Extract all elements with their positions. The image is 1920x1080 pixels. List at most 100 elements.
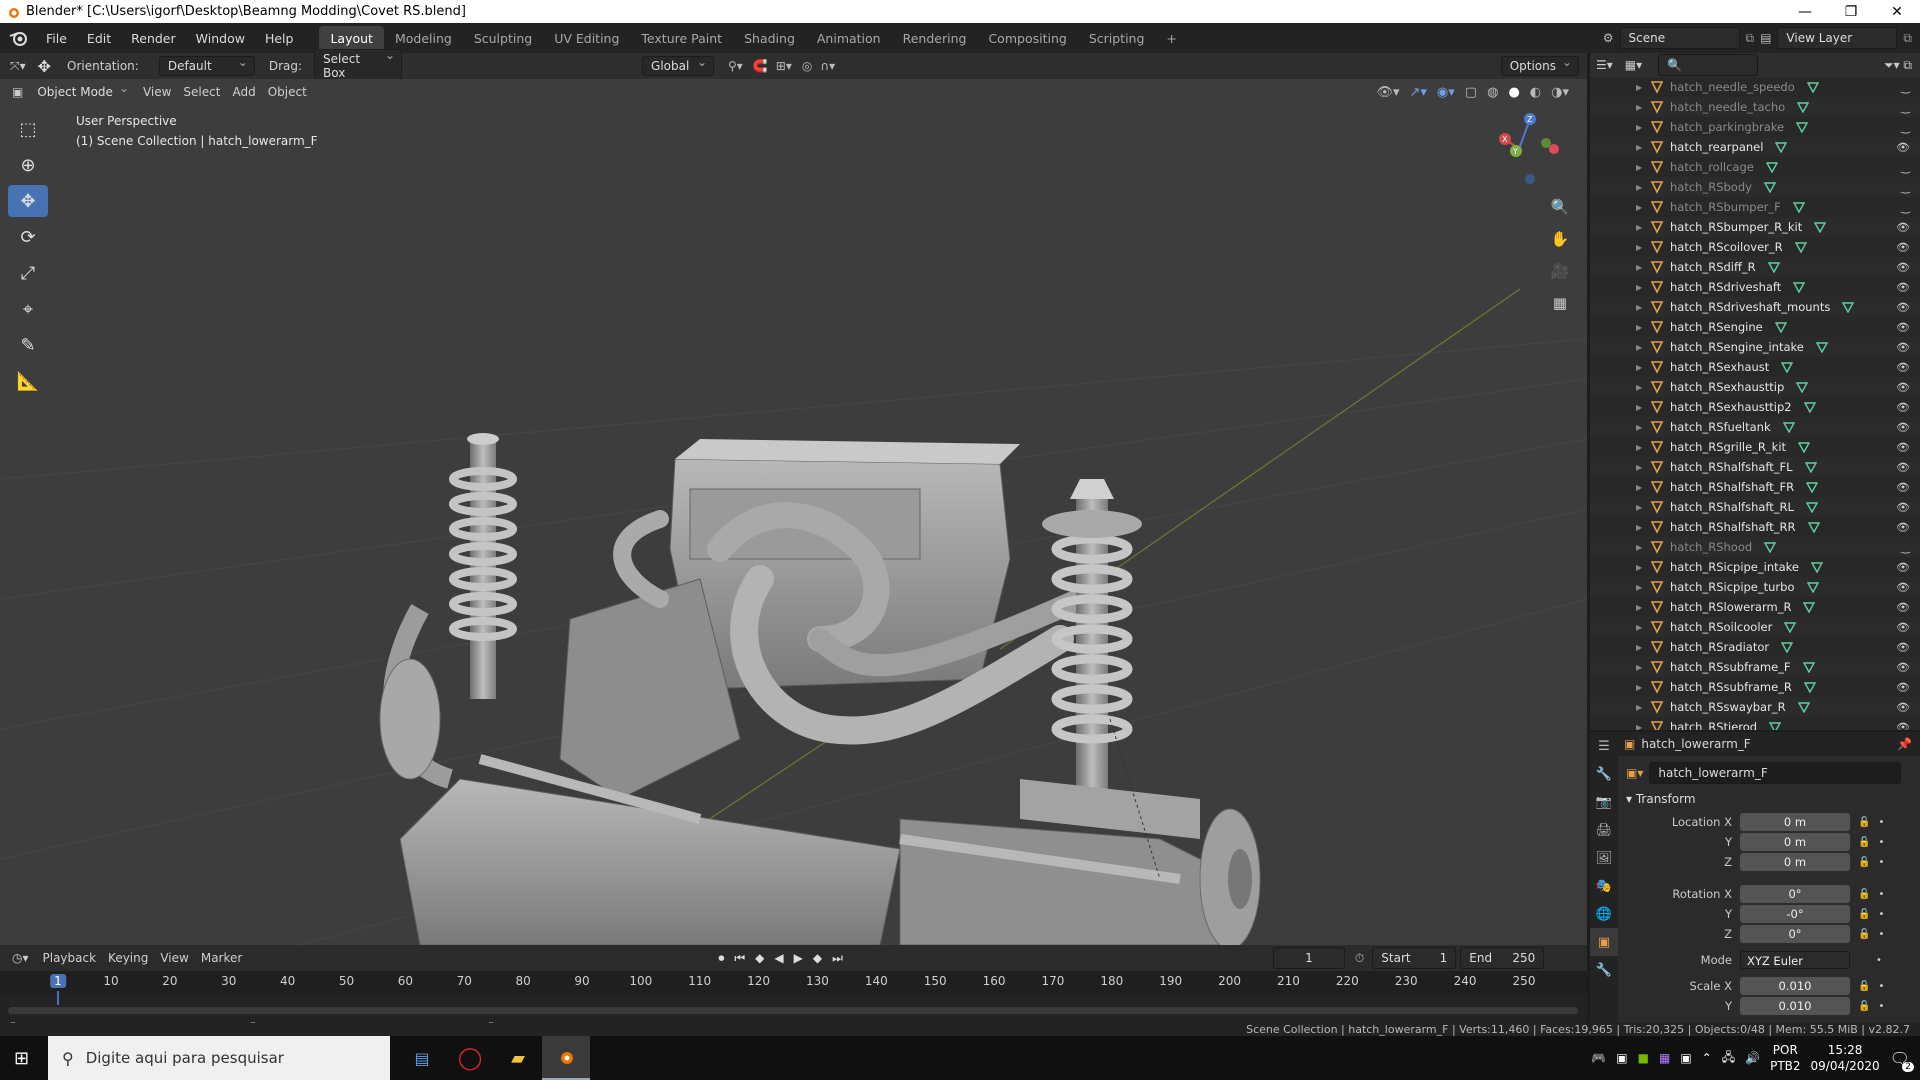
expand-arrow-icon[interactable]: ▶ xyxy=(1636,123,1646,132)
viewport-menu-select[interactable]: Select xyxy=(183,85,220,99)
mesh-data-icon[interactable] xyxy=(1806,81,1819,93)
new-scene-icon[interactable]: ⧉ xyxy=(1746,31,1755,46)
outliner-item[interactable]: ▶ hatch_needle_speedo ‿ xyxy=(1590,77,1920,97)
keyframe-dot-icon[interactable]: • xyxy=(1876,955,1882,966)
orientation-dropdown[interactable]: Default xyxy=(158,55,255,76)
scene-icon[interactable]: ⚙ xyxy=(1603,31,1614,45)
transform-panel-header[interactable]: ▾ Transform xyxy=(1626,792,1920,806)
discord-icon[interactable]: 🎮 xyxy=(1591,1051,1606,1065)
mesh-data-icon[interactable] xyxy=(1796,381,1809,393)
viewport-menu-object[interactable]: Object xyxy=(268,85,307,99)
visibility-eye-icon[interactable]: 👁 xyxy=(1896,581,1910,594)
proportional-edit-icon[interactable]: ◎ xyxy=(802,59,812,73)
expand-arrow-icon[interactable]: ▶ xyxy=(1636,223,1646,232)
outliner-item[interactable]: ▶ hatch_needle_tacho ‿ xyxy=(1590,97,1920,117)
mesh-data-icon[interactable] xyxy=(1796,121,1809,133)
outliner-item[interactable]: ▶ hatch_RSoilcooler 👁 xyxy=(1590,617,1920,637)
visibility-eye-icon[interactable]: 👁 xyxy=(1896,521,1910,534)
rotation-x-field[interactable]: 0° xyxy=(1740,885,1850,903)
scene-field[interactable]: Scene xyxy=(1619,27,1740,49)
expand-arrow-icon[interactable]: ▶ xyxy=(1636,463,1646,472)
jump-start-icon[interactable]: ⏮ xyxy=(734,951,745,966)
world-tab-icon[interactable]: 🌐 xyxy=(1590,900,1618,928)
falloff-icon[interactable]: ∩▾ xyxy=(820,59,835,73)
outliner-item[interactable]: ▶ hatch_rearpanel 👁 xyxy=(1590,137,1920,157)
visibility-eye-icon[interactable]: 👁 xyxy=(1896,681,1910,694)
tab-modeling[interactable]: Modeling xyxy=(384,26,463,51)
tab-scripting[interactable]: Scripting xyxy=(1078,26,1156,51)
pan-hand-icon[interactable]: ✋ xyxy=(1547,226,1573,252)
visibility-eye-icon[interactable]: ‿ xyxy=(1901,541,1910,554)
expand-arrow-icon[interactable]: ▶ xyxy=(1636,623,1646,632)
mesh-data-icon[interactable] xyxy=(1767,261,1780,273)
prev-keyframe-icon[interactable]: ◆ xyxy=(755,951,764,966)
mesh-data-icon[interactable] xyxy=(1763,181,1776,193)
menu-window[interactable]: Window xyxy=(186,31,255,46)
mesh-data-icon[interactable] xyxy=(1797,701,1810,713)
visibility-eye-icon[interactable]: 👁 xyxy=(1896,301,1910,314)
expand-arrow-icon[interactable]: ▶ xyxy=(1636,323,1646,332)
viewport-menu-add[interactable]: Add xyxy=(232,85,255,99)
expand-arrow-icon[interactable]: ▶ xyxy=(1636,643,1646,652)
keyframe-dot-icon[interactable]: • xyxy=(1878,857,1884,868)
expand-arrow-icon[interactable]: ▶ xyxy=(1636,403,1646,412)
outliner-item[interactable]: ▶ hatch_RSswaybar_R 👁 xyxy=(1590,697,1920,717)
location-z-field[interactable]: 0 m xyxy=(1740,853,1850,871)
tab-uv-editing[interactable]: UV Editing xyxy=(543,26,630,51)
mesh-data-icon[interactable] xyxy=(1807,521,1820,533)
expand-arrow-icon[interactable]: ▶ xyxy=(1636,383,1646,392)
viewport-editor-type-icon[interactable]: ▣ xyxy=(12,85,23,99)
object-mode-dropdown[interactable]: Object Mode xyxy=(29,81,135,101)
start-frame-field[interactable]: Start 1 xyxy=(1372,947,1457,969)
timeline-scrollbar[interactable] xyxy=(8,1007,1578,1014)
location-x-field[interactable]: 0 m xyxy=(1740,813,1850,831)
visibility-eye-icon[interactable]: 👁 xyxy=(1896,481,1910,494)
zoom-icon[interactable]: 🔍 xyxy=(1547,194,1573,220)
record-icon[interactable]: ⏺ xyxy=(718,951,724,966)
mesh-data-icon[interactable] xyxy=(1782,421,1795,433)
visibility-eye-icon[interactable]: 👁 xyxy=(1896,281,1910,294)
outliner-item[interactable]: ▶ hatch_RSexhausttip 👁 xyxy=(1590,377,1920,397)
current-frame-field[interactable]: 1 xyxy=(1272,947,1345,969)
current-frame-marker[interactable]: 1 xyxy=(50,974,66,988)
visibility-icon[interactable]: 👁▾ xyxy=(1376,85,1399,100)
visibility-eye-icon[interactable]: 👁 xyxy=(1896,601,1910,614)
mesh-data-icon[interactable] xyxy=(1769,721,1782,730)
outliner-item[interactable]: ▶ hatch_RSicpipe_turbo 👁 xyxy=(1590,577,1920,597)
tool-tab-icon[interactable]: 🔧 xyxy=(1590,760,1618,788)
expand-arrow-icon[interactable]: ▶ xyxy=(1636,483,1646,492)
network-icon[interactable]: 🖧 xyxy=(1722,1048,1735,1069)
expand-arrow-icon[interactable]: ▶ xyxy=(1636,663,1646,672)
expand-arrow-icon[interactable]: ▶ xyxy=(1636,363,1646,372)
outliner-item[interactable]: ▶ hatch_RSsubframe_F 👁 xyxy=(1590,657,1920,677)
nvidia-icon[interactable]: ■ xyxy=(1638,1051,1649,1065)
visibility-eye-icon[interactable]: ‿ xyxy=(1901,101,1910,114)
view-layer-tab-icon[interactable]: 🖼 xyxy=(1590,844,1618,872)
visibility-eye-icon[interactable]: ‿ xyxy=(1901,161,1910,174)
mesh-data-icon[interactable] xyxy=(1792,201,1805,213)
outliner-item[interactable]: ▶ hatch_RSdriveshaft_mounts 👁 xyxy=(1590,297,1920,317)
render-tab-icon[interactable]: 📷 xyxy=(1590,788,1618,816)
task-view-icon[interactable]: ▤ xyxy=(398,1036,446,1080)
add-workspace-button[interactable]: + xyxy=(1155,26,1187,51)
mesh-data-icon[interactable] xyxy=(1803,681,1816,693)
jump-end-icon[interactable]: ⏭ xyxy=(832,951,843,966)
pin-icon[interactable]: 📌 xyxy=(1897,737,1912,751)
camera-view-icon[interactable]: 🎥 xyxy=(1547,258,1573,284)
filter-icon[interactable]: ⏷▾ ⧉ xyxy=(1884,58,1912,73)
outliner-item[interactable]: ▶ hatch_RShalfshaft_FR 👁 xyxy=(1590,477,1920,497)
show-hidden-icons[interactable]: ⌃ xyxy=(1702,1051,1712,1065)
view-layer-icon[interactable]: ▤ xyxy=(1760,31,1771,45)
expand-arrow-icon[interactable]: ▶ xyxy=(1636,203,1646,212)
visibility-eye-icon[interactable]: ‿ xyxy=(1901,201,1910,214)
tab-rendering[interactable]: Rendering xyxy=(892,26,978,51)
mesh-data-icon[interactable] xyxy=(1806,581,1819,593)
options-dropdown[interactable]: Options xyxy=(1500,55,1579,76)
cursor-tool-icon[interactable]: ⊕ xyxy=(8,149,48,181)
tray-app-icon[interactable]: ▣ xyxy=(1616,1051,1627,1065)
outliner-item[interactable]: ▶ hatch_RSlowerarm_R 👁 xyxy=(1590,597,1920,617)
view-layer-field[interactable]: View Layer xyxy=(1777,27,1898,49)
outliner-item[interactable]: ▶ hatch_rollcage ‿ xyxy=(1590,157,1920,177)
clock-icon[interactable]: ⏱ xyxy=(1355,951,1364,966)
measure-tool-icon[interactable]: 📐 xyxy=(8,365,48,397)
